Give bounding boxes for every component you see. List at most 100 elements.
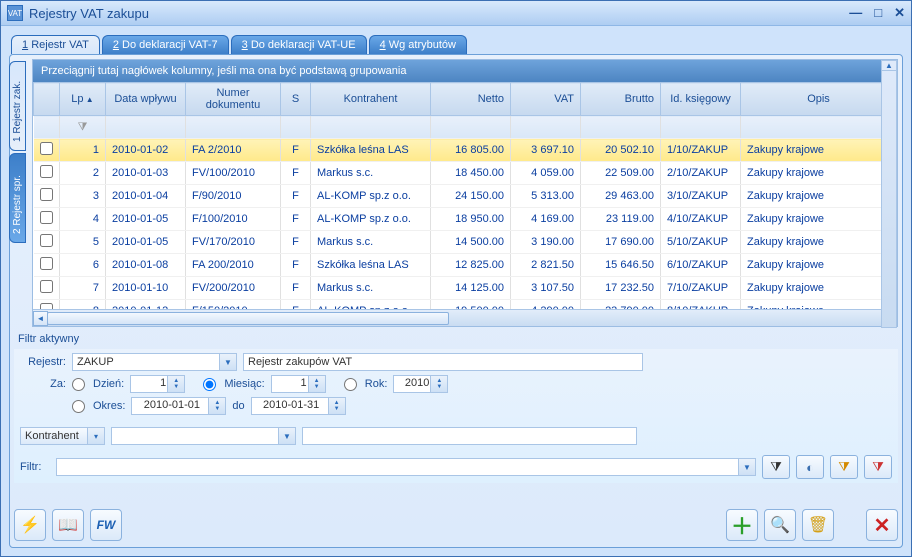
table-row[interactable]: 42010-01-05F/100/2010FAL-KOMP sp.z o.o.1… xyxy=(34,208,897,231)
col-lp[interactable]: Lp xyxy=(60,83,106,116)
book-button[interactable]: 📖 xyxy=(52,509,84,541)
funnel-clear-icon: ⧩ xyxy=(872,459,884,475)
radio-rok[interactable] xyxy=(344,378,357,391)
scroll-up-arrow[interactable]: ▲ xyxy=(882,61,896,71)
col-brutto[interactable]: Brutto xyxy=(581,83,661,116)
scroll-left-arrow[interactable]: ◄ xyxy=(33,311,48,326)
maximize-button[interactable]: □ xyxy=(874,5,882,21)
tab-wg-atrybutow[interactable]: 4 Wg atrybutów xyxy=(369,35,467,54)
registry-desc-input[interactable] xyxy=(243,353,643,371)
filter-icon[interactable]: ⧩ xyxy=(60,116,106,139)
cell-numer: FA 2/2010 xyxy=(186,139,281,162)
table-row[interactable]: 82010-01-12F/150/2010FAL-KOMP sp.z o.o.1… xyxy=(34,300,897,310)
col-kontrahent[interactable]: Kontrahent xyxy=(311,83,431,116)
cell-numer: F/100/2010 xyxy=(186,208,281,231)
col-s[interactable]: S xyxy=(281,83,311,116)
kontrahent-name-input[interactable] xyxy=(302,427,637,445)
row-checkbox[interactable] xyxy=(40,142,53,155)
cell-opis: Zakupy krajowe xyxy=(741,162,897,185)
table-row[interactable]: 12010-01-02FA 2/2010FSzkółka leśna LAS16… xyxy=(34,139,897,162)
kontrahent-button[interactable]: Kontrahent▾ xyxy=(20,427,105,445)
cell-numer: FV/200/2010 xyxy=(186,277,281,300)
cell-data: 2010-01-12 xyxy=(106,300,186,310)
registry-combo[interactable]: ZAKUP▼ xyxy=(72,353,237,371)
table-row[interactable]: 22010-01-03FV/100/2010FMarkus s.c.18 450… xyxy=(34,162,897,185)
col-checkbox[interactable] xyxy=(34,83,60,116)
window-title: Rejestry VAT zakupu xyxy=(29,6,149,21)
row-checkbox[interactable] xyxy=(40,234,53,247)
cell-netto: 18 950.00 xyxy=(431,208,511,231)
tab-rejestr-vat[interactable]: 1 Rejestr VAT xyxy=(11,35,100,54)
scroll-thumb[interactable] xyxy=(47,312,449,325)
table-row[interactable]: 62010-01-08FA 200/2010FSzkółka leśna LAS… xyxy=(34,254,897,277)
table-row[interactable]: 32010-01-04F/90/2010FAL-KOMP sp.z o.o.24… xyxy=(34,185,897,208)
dzien-label: Dzień: xyxy=(93,378,124,390)
globe-icon: ◐ xyxy=(806,460,814,475)
kontrahent-code-combo[interactable]: ▼ xyxy=(111,427,296,445)
filter-expression-combo[interactable]: ▼ xyxy=(56,458,756,476)
filter-globe-button[interactable]: ◐ xyxy=(796,455,824,479)
table-row[interactable]: 72010-01-10FV/200/2010FMarkus s.c.14 125… xyxy=(34,277,897,300)
filter-form: Rejestr: ZAKUP▼ Za: Dzień: 1▲▼ Miesiąc: … xyxy=(14,349,898,483)
cell-data: 2010-01-04 xyxy=(106,185,186,208)
close-panel-button[interactable]: ✕ xyxy=(866,509,898,541)
spinner-arrows-icon: ▲▼ xyxy=(308,376,325,392)
spinner-arrows-icon: ▲▼ xyxy=(430,376,447,392)
registry-label: Rejestr: xyxy=(20,356,66,368)
fw-icon: FW xyxy=(97,518,116,532)
tab-deklaracja-vat7[interactable]: 2 Do deklaracji VAT-7 xyxy=(102,35,229,54)
autofilter-row[interactable]: ⧩ xyxy=(34,116,897,139)
cell-kontrahent: Markus s.c. xyxy=(311,277,431,300)
filter-edit-button[interactable]: ⧩ xyxy=(830,455,858,479)
add-button[interactable]: ＋ xyxy=(726,509,758,541)
col-data[interactable]: Data wpływu xyxy=(106,83,186,116)
okres-to-date[interactable]: 2010-01-31▲▼ xyxy=(251,397,346,415)
col-vat[interactable]: VAT xyxy=(511,83,581,116)
chevron-down-icon: ▾ xyxy=(87,428,104,444)
cell-id: 7/10/ZAKUP xyxy=(661,277,741,300)
cell-kontrahent: AL-KOMP sp.z o.o. xyxy=(311,185,431,208)
table-row[interactable]: 52010-01-05FV/170/2010FMarkus s.c.14 500… xyxy=(34,231,897,254)
cell-vat: 4 290.00 xyxy=(511,300,581,310)
miesiac-spinner[interactable]: 1▲▼ xyxy=(271,375,326,393)
okres-from-date[interactable]: 2010-01-01▲▼ xyxy=(131,397,226,415)
cell-data: 2010-01-08 xyxy=(106,254,186,277)
chevron-down-icon: ▼ xyxy=(738,459,755,475)
cell-netto: 14 500.00 xyxy=(431,231,511,254)
vtab-rejestr-zak[interactable]: 1 Rejestr zak. xyxy=(9,61,26,151)
radio-miesiac[interactable] xyxy=(203,378,216,391)
col-opis[interactable]: Opis xyxy=(741,83,897,116)
col-numer[interactable]: Numer dokumentu xyxy=(186,83,281,116)
group-by-bar[interactable]: Przeciągnij tutaj nagłówek kolumny, jeśl… xyxy=(33,60,897,82)
filter-apply-button[interactable]: ⧩ xyxy=(762,455,790,479)
vertical-scrollbar[interactable]: ▲ xyxy=(881,60,897,328)
vtab-rejestr-spr[interactable]: 2 Rejestr spr. xyxy=(9,153,26,243)
cell-netto: 14 125.00 xyxy=(431,277,511,300)
row-checkbox[interactable] xyxy=(40,257,53,270)
close-button[interactable]: ✕ xyxy=(894,5,905,21)
row-checkbox[interactable] xyxy=(40,188,53,201)
tab-deklaracja-vatue[interactable]: 3 Do deklaracji VAT-UE xyxy=(231,35,367,54)
rok-spinner[interactable]: 2010▲▼ xyxy=(393,375,448,393)
dzien-spinner[interactable]: 1▲▼ xyxy=(130,375,185,393)
miesiac-label: Miesiąc: xyxy=(224,378,264,390)
fw-button[interactable]: FW xyxy=(90,509,122,541)
horizontal-scrollbar[interactable]: ◄ ► xyxy=(33,309,897,326)
chevron-down-icon: ▼ xyxy=(219,354,236,370)
col-netto[interactable]: Netto xyxy=(431,83,511,116)
cell-kontrahent: Szkółka leśna LAS xyxy=(311,254,431,277)
bucket-button[interactable]: 🗑 xyxy=(802,509,834,541)
row-checkbox[interactable] xyxy=(40,165,53,178)
lightning-button[interactable]: ⚡ xyxy=(14,509,46,541)
col-id[interactable]: Id. księgowy xyxy=(661,83,741,116)
row-checkbox[interactable] xyxy=(40,211,53,224)
cell-brutto: 17 690.00 xyxy=(581,231,661,254)
search-button[interactable]: 🔍 xyxy=(764,509,796,541)
row-checkbox[interactable] xyxy=(40,280,53,293)
radio-dzien[interactable] xyxy=(72,378,85,391)
minimize-button[interactable]: — xyxy=(849,5,862,21)
filter-clear-button[interactable]: ⧩ xyxy=(864,455,892,479)
radio-okres[interactable] xyxy=(72,400,85,413)
cell-netto: 12 825.00 xyxy=(431,254,511,277)
bucket-icon: 🗑 xyxy=(808,515,828,535)
